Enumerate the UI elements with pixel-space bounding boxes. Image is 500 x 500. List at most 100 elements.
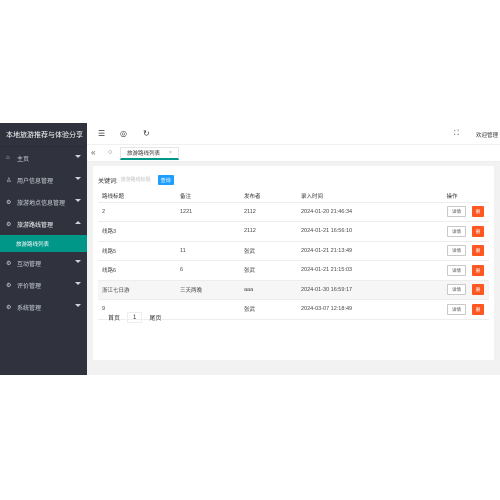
chevron-down-icon [75, 282, 81, 285]
sidebar-subitem-route-list[interactable]: 旅游路线列表 [0, 235, 87, 252]
first-page-button[interactable]: 首页 [105, 312, 123, 323]
cell-time: 2024-01-30 16:59:17 [297, 280, 415, 300]
chevron-down-icon [75, 155, 81, 158]
table-row: 浙江七日游 三天两晚 aaa 2024-01-30 16:59:17 详情删 [98, 280, 489, 300]
tab-route-list[interactable]: 旅游路线列表 × [120, 147, 179, 160]
sidebar-item-label: 系统管理 [17, 305, 42, 312]
delete-button[interactable]: 删 [472, 264, 484, 276]
theme-icon[interactable]: ◎ [120, 129, 127, 139]
home-icon: ⌂ [6, 155, 10, 161]
fullscreen-icon[interactable]: ⛶ [454, 129, 459, 139]
cell-title: 浙江七日游 [98, 280, 176, 300]
sidebar-item-reviews[interactable]: ⚙ 评价管理 [0, 274, 87, 296]
refresh-icon[interactable]: ↻ [143, 129, 150, 139]
table-row: 线路5 11 张武 2024-01-21 21:13:49 详情删 [98, 241, 489, 261]
cell-remark: 三天两晚 [176, 280, 240, 300]
cell-title: 线路6 [98, 260, 176, 281]
chevron-up-icon [75, 221, 81, 224]
app-window: 本地旅游推荐与体验分享 ⌂ 主页 ♙ 用户信息管理 ⚙ 旅游地点信息管理 ⚙ 旅… [0, 123, 500, 375]
cell-remark [176, 221, 240, 242]
content-panel: 关键词: 查询 路线标题 备注 发布者 录入时间 操作 [93, 166, 494, 360]
detail-button[interactable]: 详情 [447, 206, 466, 218]
detail-button[interactable]: 详情 [447, 303, 466, 315]
cell-title: 线路3 [98, 221, 176, 242]
sidebar-item-home[interactable]: ⌂ 主页 [0, 147, 87, 169]
cell-actions: 详情删 [415, 202, 489, 222]
user-menu[interactable]: 欢迎管理 [476, 131, 498, 139]
chevron-down-icon [75, 304, 81, 307]
sidebar-item-places[interactable]: ⚙ 旅游地点信息管理 [0, 191, 87, 213]
cell-title: 2 [98, 202, 176, 222]
routes-table: 路线标题 备注 发布者 录入时间 操作 2 1221 2112 2024-01- [98, 190, 489, 320]
sidebar-item-label: 旅游地点信息管理 [17, 200, 66, 207]
last-page-button[interactable]: 尾页 [146, 312, 164, 323]
cell-actions: 详情删 [415, 221, 489, 242]
sidebar-item-system[interactable]: ⚙ 系统管理 [0, 296, 87, 318]
home-tab-icon[interactable]: ○ [108, 148, 112, 158]
cell-time: 2024-03-07 12:18:49 [297, 299, 415, 320]
cell-remark: 1221 [176, 202, 240, 222]
cell-actions: 详情删 [415, 280, 489, 300]
cell-time: 2024-01-20 21:46:34 [297, 202, 415, 222]
delete-button[interactable]: 删 [472, 245, 484, 257]
detail-button[interactable]: 详情 [447, 264, 466, 276]
search-button[interactable]: 查询 [157, 175, 174, 185]
column-header-publisher: 发布者 [240, 190, 297, 203]
cell-publisher: 张武 [240, 299, 297, 320]
delete-button[interactable]: 删 [472, 206, 484, 218]
page-number-current[interactable]: 1 [127, 312, 143, 323]
top-bar: ☰ ◎ ↻ ⛶ 欢迎管理 [87, 123, 500, 145]
search-input[interactable] [120, 175, 155, 185]
table-row: 线路6 6 张武 2024-01-21 21:15:03 详情删 [98, 260, 489, 281]
detail-button[interactable]: 详情 [447, 225, 466, 237]
gear-icon: ⚙ [6, 282, 12, 289]
cell-title: 线路5 [98, 241, 176, 261]
gear-icon: ⚙ [6, 304, 12, 311]
sidebar-item-users[interactable]: ♙ 用户信息管理 [0, 169, 87, 191]
cell-publisher: 张武 [240, 260, 297, 281]
sidebar-item-routes[interactable]: ⚙ 旅游路线管理 [0, 213, 87, 235]
main-area: ☰ ◎ ↻ ⛶ 欢迎管理 « ○ 旅游路线列表 × 关键词: 查询 [87, 123, 500, 375]
table-row: 2 1221 2112 2024-01-20 21:46:34 详情删 [98, 202, 489, 222]
sidebar-item-label: 评价管理 [17, 283, 42, 290]
delete-button[interactable]: 删 [472, 225, 484, 237]
detail-button[interactable]: 详情 [447, 284, 466, 296]
menu-toggle-icon[interactable]: ☰ [98, 129, 105, 139]
gear-icon: ⚙ [6, 260, 12, 267]
delete-button[interactable]: 删 [472, 303, 484, 315]
gear-icon: ⚙ [6, 221, 12, 228]
cell-publisher: 2112 [240, 221, 297, 242]
column-header-actions: 操作 [415, 190, 489, 203]
sidebar-item-label: 主页 [17, 156, 30, 163]
cell-actions: 详情删 [415, 299, 489, 320]
sidebar-item-label: 互动管理 [17, 261, 42, 268]
cell-actions: 详情删 [415, 260, 489, 281]
tab-bar: « ○ 旅游路线列表 × [87, 145, 500, 162]
delete-button[interactable]: 删 [472, 284, 484, 296]
column-header-time: 录入时间 [297, 190, 415, 203]
user-icon: ♙ [6, 177, 12, 184]
sidebar: 本地旅游推荐与体验分享 ⌂ 主页 ♙ 用户信息管理 ⚙ 旅游地点信息管理 ⚙ 旅… [0, 123, 87, 375]
chevron-down-icon [75, 177, 81, 180]
cell-time: 2024-01-21 16:56:10 [297, 221, 415, 242]
column-header-remark: 备注 [176, 190, 240, 203]
table-row: 线路3 2112 2024-01-21 16:56:10 详情删 [98, 221, 489, 242]
cell-publisher: aaa [240, 280, 297, 300]
sidebar-item-label: 旅游路线管理 [17, 222, 54, 229]
table-header-row: 路线标题 备注 发布者 录入时间 操作 [98, 190, 489, 203]
search-label: 关键词: [98, 178, 118, 185]
close-icon[interactable]: × [169, 150, 172, 156]
chevron-down-icon [75, 260, 81, 263]
cell-remark: 11 [176, 241, 240, 261]
sidebar-item-label: 用户信息管理 [17, 178, 54, 185]
app-root: 本地旅游推荐与体验分享 ⌂ 主页 ♙ 用户信息管理 ⚙ 旅游地点信息管理 ⚙ 旅… [0, 0, 500, 500]
chevron-down-icon [75, 199, 81, 202]
search-bar: 关键词: 查询 [98, 174, 174, 186]
sidebar-item-interaction[interactable]: ⚙ 互动管理 [0, 252, 87, 274]
cell-remark [176, 299, 240, 320]
tabs-back-icon[interactable]: « [91, 148, 95, 158]
app-title: 本地旅游推荐与体验分享 [0, 123, 87, 147]
detail-button[interactable]: 详情 [447, 245, 466, 257]
tab-label: 旅游路线列表 [127, 151, 161, 157]
cell-publisher: 张武 [240, 241, 297, 261]
